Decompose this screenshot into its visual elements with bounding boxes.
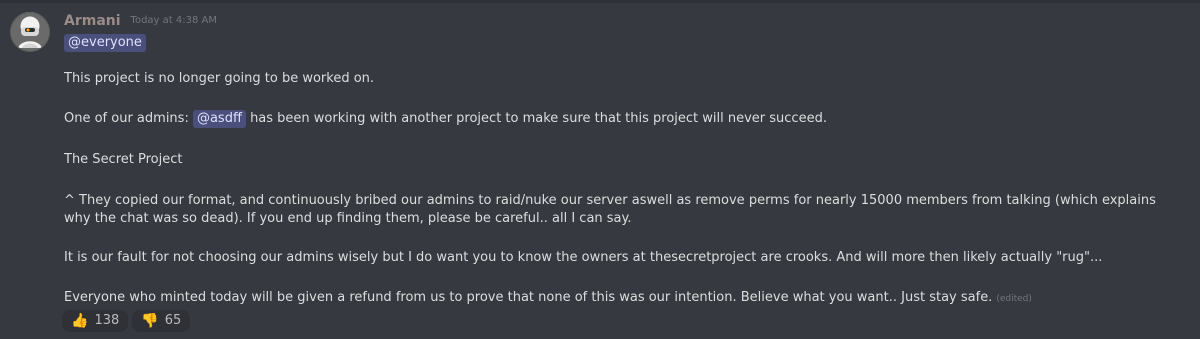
everyone-mention[interactable]: @everyone — [64, 34, 146, 52]
message-line-2: One of our admins: @asdff has been worki… — [64, 110, 827, 128]
avatar-image — [10, 12, 50, 52]
message-line-2-prefix: One of our admins: — [64, 111, 189, 126]
reaction-thumbs-down[interactable]: 👎 65 — [132, 310, 191, 332]
message-line-4: ^ They copied our format, and continuous… — [64, 193, 1156, 226]
everyone-line: @everyone — [64, 34, 146, 52]
avatar[interactable] — [10, 12, 50, 52]
thumbs-up-icon: 👍 — [71, 313, 89, 329]
thumbs-down-icon: 👎 — [141, 313, 159, 329]
message-line-2-suffix: has been working with another project to… — [250, 111, 827, 126]
user-mention[interactable]: @asdff — [192, 110, 246, 128]
username[interactable]: Armani — [64, 13, 121, 29]
edited-label: (edited) — [996, 294, 1032, 304]
reactions-bar: 👍 138 👎 65 — [62, 310, 191, 332]
message-line-6: Everyone who minted today will be given … — [64, 289, 1179, 308]
chat-message: Armani Today at 4:38 AM @everyone This p… — [0, 0, 1200, 339]
message-line-6-text: Everyone who minted today will be given … — [64, 290, 993, 305]
reaction-count: 65 — [164, 313, 182, 328]
message-line-1: This project is no longer going to be wo… — [64, 71, 375, 86]
message-header: Armani Today at 4:38 AM — [64, 13, 217, 29]
message-line-3: The Secret Project — [64, 152, 183, 167]
reaction-thumbs-up[interactable]: 👍 138 — [62, 310, 129, 332]
message-timestamp[interactable]: Today at 4:38 AM — [131, 13, 217, 29]
message-line-5: It is our fault for not choosing our adm… — [64, 250, 1103, 265]
reaction-count: 138 — [94, 313, 120, 328]
